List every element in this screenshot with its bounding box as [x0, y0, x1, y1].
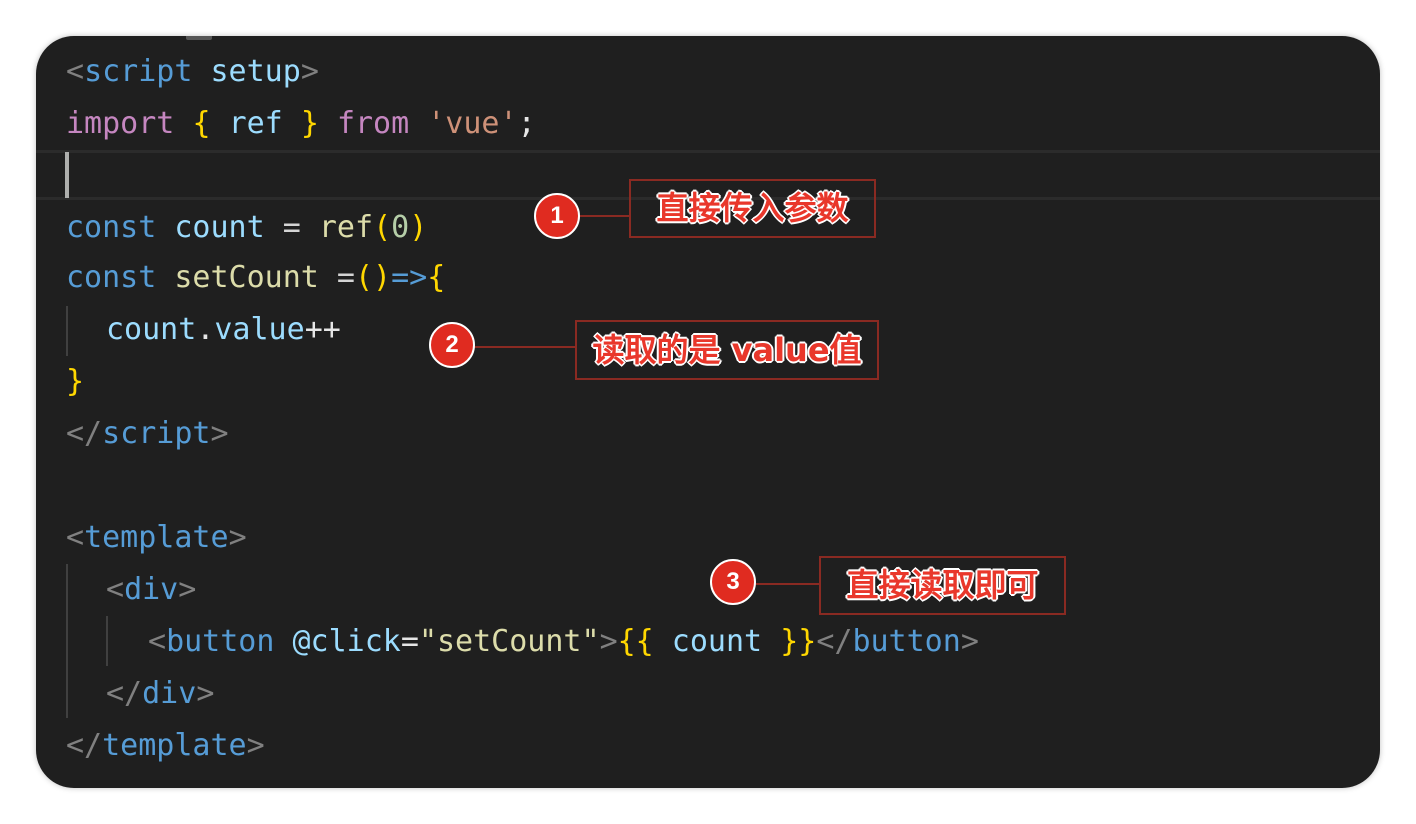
tag-name: script	[84, 54, 193, 89]
code-line-div-close[interactable]: </div>	[106, 674, 214, 714]
tag-bracket: <	[66, 54, 85, 89]
code-line-div-open[interactable]: <div>	[106, 570, 196, 610]
annotation-1-badge: 1	[534, 193, 580, 239]
tag-bracket: </	[106, 676, 143, 711]
number-literal: 0	[391, 210, 410, 245]
tag-bracket: <	[106, 572, 125, 607]
keyword-const: const	[66, 210, 157, 245]
code-line-const-count[interactable]: const count = ref(0)	[66, 208, 427, 248]
property-name: value	[214, 312, 305, 347]
operator: ++	[304, 312, 341, 347]
tag-bracket: >	[960, 624, 979, 659]
indent-guide	[66, 564, 68, 718]
paren: (	[373, 210, 392, 245]
code-line-template-open[interactable]: <template>	[66, 518, 247, 558]
tag-bracket: >	[300, 54, 319, 89]
annotation-1-leader	[578, 215, 630, 217]
indent-guide	[106, 616, 108, 666]
code-line-close-brace[interactable]: }	[66, 362, 84, 402]
code-line-import[interactable]: import { ref } from 'vue';	[66, 104, 536, 144]
tag-bracket: >	[210, 416, 229, 451]
tag-bracket: <	[148, 624, 167, 659]
tag-bracket: >	[228, 520, 247, 555]
paren: ()	[355, 260, 392, 295]
tag-bracket: <	[66, 520, 85, 555]
operator: =	[264, 210, 319, 245]
tag-name: template	[102, 728, 247, 763]
tag-name: button	[852, 624, 961, 659]
operator: =	[318, 260, 355, 295]
keyword-import: import	[66, 106, 175, 141]
previous-line-fragment	[186, 36, 212, 40]
attribute-value: "setCount"	[418, 624, 600, 659]
annotation-2-leader	[474, 346, 576, 348]
annotation-3-callout: 直接读取即可	[819, 556, 1066, 615]
tag-name: button	[166, 624, 275, 659]
code-line-const-setcount[interactable]: const setCount =()=>{	[66, 258, 445, 298]
mustache-expression: count	[653, 624, 781, 659]
import-name: ref	[228, 106, 283, 141]
brace: {	[427, 260, 446, 295]
code-line-increment[interactable]: count.value++	[106, 310, 341, 350]
brace: }	[300, 106, 319, 141]
dot: .	[196, 312, 215, 347]
semicolon: ;	[517, 106, 536, 141]
code-line-button[interactable]: <button @click="setCount">{{ count }}</b…	[148, 622, 979, 662]
code-line-script-close[interactable]: </script>	[66, 414, 229, 454]
annotation-3-badge: 3	[710, 559, 756, 605]
tag-bracket: </	[66, 416, 103, 451]
string-literal: 'vue'	[427, 106, 518, 141]
keyword-const: const	[66, 260, 157, 295]
equals: =	[400, 624, 419, 659]
indent-guide	[66, 306, 68, 356]
attribute-name: setup	[210, 54, 301, 89]
tag-bracket: >	[246, 728, 265, 763]
annotation-2-badge: 2	[429, 322, 475, 368]
text-cursor	[65, 152, 69, 198]
tag-name: div	[124, 572, 179, 607]
tag-name: script	[102, 416, 211, 451]
tag-bracket: >	[178, 572, 197, 607]
code-editor[interactable]: <script setup> import { ref } from 'vue'…	[36, 36, 1380, 788]
keyword-from: from	[336, 106, 410, 141]
annotation-3-leader	[756, 583, 820, 585]
tag-name: template	[84, 520, 229, 555]
paren: )	[409, 210, 428, 245]
variable-name: count	[106, 312, 197, 347]
mustache-open: {{	[617, 624, 654, 659]
brace: }	[66, 364, 85, 399]
function-name: setCount	[174, 260, 319, 295]
brace: {	[192, 106, 211, 141]
mustache-close: }}	[780, 624, 817, 659]
tag-bracket: >	[599, 624, 618, 659]
tag-bracket: </	[816, 624, 853, 659]
tag-name: div	[142, 676, 197, 711]
annotation-1-callout: 直接传入参数	[629, 179, 876, 238]
tag-bracket: </	[66, 728, 103, 763]
function-name: ref	[318, 210, 374, 245]
tag-bracket: >	[196, 676, 215, 711]
annotation-2-callout: 读取的是 value值	[575, 320, 879, 380]
event-attribute: @click	[292, 624, 401, 659]
code-line-template-close[interactable]: </template>	[66, 726, 265, 766]
arrow-operator: =>	[391, 260, 428, 295]
code-line-script-open[interactable]: <script setup>	[66, 52, 319, 92]
variable-name: count	[174, 210, 265, 245]
